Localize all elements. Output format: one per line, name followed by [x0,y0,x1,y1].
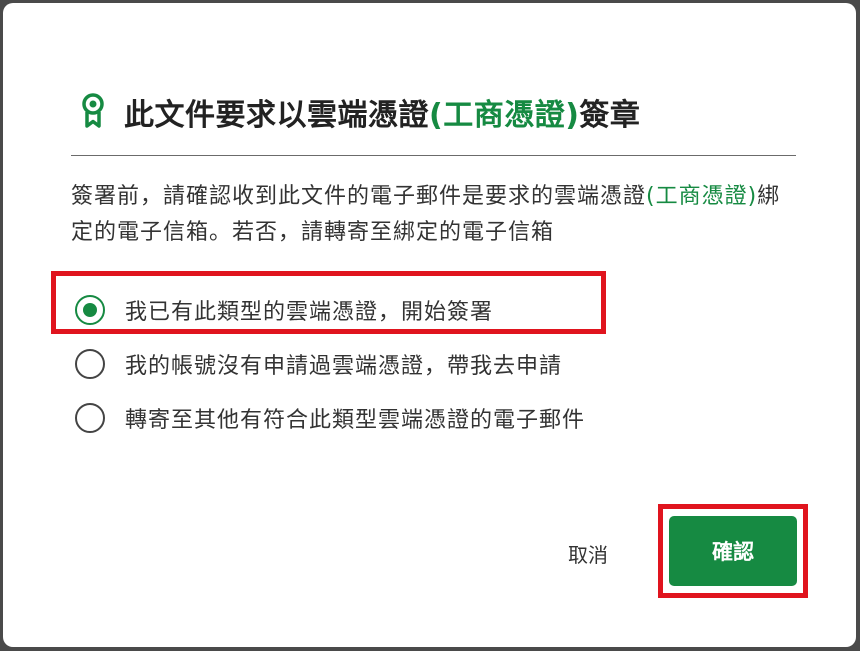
notice-text: 簽署前，請確認收到此文件的電子郵件是要求的雲端憑證(工商憑證)綁定的電子信箱。若… [71,179,791,251]
highlight-box-option [51,271,606,334]
dialog-title: 此文件要求以雲端憑證(工商憑證)簽章 [124,90,640,134]
option-label: 轉寄至其他有符合此類型雲端憑證的電子郵件 [125,408,586,433]
certificate-badge-icon [80,92,106,132]
radio-unchecked-icon[interactable] [75,403,105,433]
title-suffix: 簽章 [579,98,641,133]
highlight-box-confirm [658,504,808,598]
notice-prefix: 簽署前，請確認收到此文件的電子郵件是要求的雲端憑證 [71,184,647,209]
cancel-button[interactable]: 取消 [553,533,623,573]
notice-accent: (工商憑證) [646,184,758,209]
cloud-certificate-dialog: 此文件要求以雲端憑證(工商憑證)簽章 簽署前，請確認收到此文件的電子郵件是要求的… [3,3,856,647]
radio-unchecked-icon[interactable] [75,349,105,379]
title-prefix: 此文件要求以雲端憑證 [124,98,429,133]
title-accent: (工商憑證) [429,98,580,133]
option-apply-certificate[interactable]: 我的帳號沒有申請過雲端憑證，帶我去申請 [75,337,585,391]
header-divider [71,155,796,156]
option-label: 我的帳號沒有申請過雲端憑證，帶我去申請 [125,354,563,379]
option-forward-email[interactable]: 轉寄至其他有符合此類型雲端憑證的電子郵件 [75,391,585,445]
dialog-header: 此文件要求以雲端憑證(工商憑證)簽章 [80,89,640,135]
